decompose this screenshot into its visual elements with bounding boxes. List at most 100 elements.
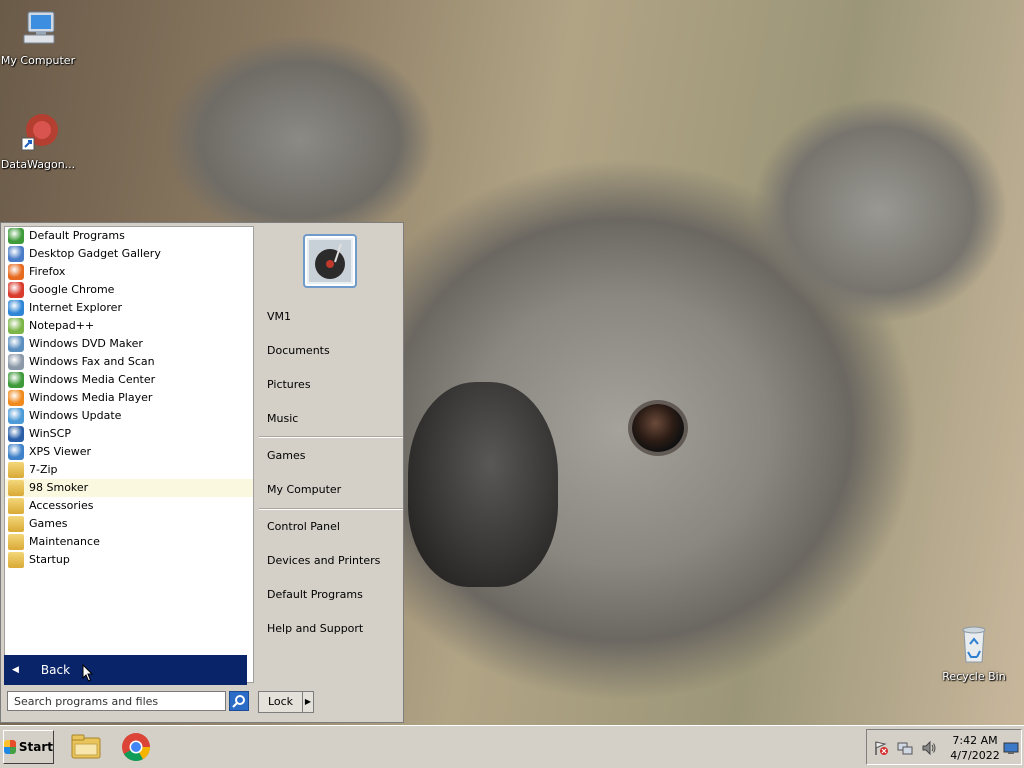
program-list-item[interactable]: Accessories: [5, 497, 253, 515]
show-desktop-icon[interactable]: [1003, 740, 1019, 756]
program-label: 98 Smoker: [29, 481, 89, 494]
program-label: Maintenance: [29, 535, 100, 548]
program-list: Default Programs Desktop Gadget Gallery Fi…: [5, 227, 253, 569]
folder-icon: [8, 462, 24, 478]
computer-icon: [23, 11, 55, 44]
program-list-item[interactable]: WinSCP: [5, 425, 253, 443]
start-label: Start: [18, 740, 53, 754]
datawagon-shortcut-icon: [21, 114, 58, 151]
firefox-icon: [8, 264, 24, 280]
dvd-maker-icon: [8, 336, 24, 352]
folder-icon: [8, 498, 24, 514]
start-menu: Default Programs Desktop Gadget Gallery Fi…: [0, 222, 404, 723]
program-list-item[interactable]: Notepad++: [5, 317, 253, 335]
desktop-icon-label: My Computer: [0, 54, 76, 67]
program-list-item[interactable]: Internet Explorer: [5, 299, 253, 317]
clock-date[interactable]: 4/7/2022: [950, 749, 1000, 762]
place-pictures[interactable]: Pictures: [267, 375, 311, 395]
place-user-folder[interactable]: VM1: [267, 307, 291, 327]
program-label: Windows Fax and Scan: [29, 355, 155, 368]
wallpaper-koala-nose: [408, 382, 558, 587]
search-input[interactable]: [7, 691, 226, 711]
program-list-item[interactable]: Default Programs: [5, 227, 253, 245]
windows-update-icon: [8, 408, 24, 424]
desktop-icon-label: Recycle Bin: [942, 670, 1006, 683]
search-button[interactable]: [229, 691, 249, 711]
program-label: Windows DVD Maker: [29, 337, 143, 350]
notification-area: 7:42 AM 4/7/2022: [866, 729, 1022, 765]
xps-viewer-icon: [8, 444, 24, 460]
back-label: Back: [40, 663, 71, 677]
program-list-item[interactable]: Firefox: [5, 263, 253, 281]
start-button[interactable]: Start: [3, 730, 54, 764]
places-pane: VM1 Documents Pictures Music Games My Co…: [255, 223, 403, 683]
taskbar-explorer-button[interactable]: [70, 732, 102, 762]
program-label: Accessories: [29, 499, 94, 512]
folder-icon: [8, 534, 24, 550]
place-my-computer[interactable]: My Computer: [267, 480, 341, 500]
taskbar-chrome-button[interactable]: [120, 732, 152, 762]
program-label: Firefox: [29, 265, 66, 278]
recycle-bin-icon: [962, 626, 986, 663]
program-label: Default Programs: [29, 229, 125, 242]
program-label: Notepad++: [29, 319, 95, 332]
action-center-flag-icon[interactable]: [873, 740, 889, 756]
folder-icon: [8, 480, 24, 496]
desktop-icon-datawagon[interactable]: DataWagon...: [0, 112, 76, 171]
program-list-item[interactable]: 98 Smoker: [5, 479, 253, 497]
turntable-avatar-icon: [309, 240, 351, 282]
program-list-item[interactable]: Google Chrome: [5, 281, 253, 299]
desktop-icon-recycle-bin[interactable]: Recycle Bin: [936, 624, 1012, 683]
place-control-panel[interactable]: Control Panel: [267, 517, 340, 537]
place-documents[interactable]: Documents: [267, 341, 330, 361]
program-label: Startup: [29, 553, 70, 566]
program-list-item[interactable]: Maintenance: [5, 533, 253, 551]
program-list-item[interactable]: Windows Media Player: [5, 389, 253, 407]
program-list-item[interactable]: 7-Zip: [5, 461, 253, 479]
folder-icon: [8, 552, 24, 568]
taskbar: Start 7:42 AM 4/7/2022: [0, 725, 1024, 768]
program-label: Windows Media Center: [29, 373, 156, 386]
media-player-icon: [8, 390, 24, 406]
shutdown-options-arrow-icon[interactable]: ▶: [302, 691, 314, 713]
program-label: 7-Zip: [29, 463, 58, 476]
all-programs-pane: Default Programs Desktop Gadget Gallery Fi…: [4, 226, 254, 683]
place-music[interactable]: Music: [267, 409, 298, 429]
folder-icon: [8, 516, 24, 532]
place-default-programs[interactable]: Default Programs: [267, 585, 363, 605]
place-devices-printers[interactable]: Devices and Printers: [267, 551, 380, 571]
lock-button[interactable]: Lock: [258, 691, 303, 713]
program-list-item[interactable]: Windows Fax and Scan: [5, 353, 253, 371]
default-programs-icon: [8, 228, 24, 244]
winscp-icon: [8, 426, 24, 442]
ie-icon: [8, 300, 24, 316]
program-list-item[interactable]: XPS Viewer: [5, 443, 253, 461]
gadget-icon: [8, 246, 24, 262]
program-label: Desktop Gadget Gallery: [29, 247, 161, 260]
chrome-icon: [122, 733, 150, 761]
program-label: Windows Media Player: [29, 391, 153, 404]
program-label: Internet Explorer: [29, 301, 122, 314]
program-list-item[interactable]: Windows DVD Maker: [5, 335, 253, 353]
mouse-cursor-icon: [82, 664, 94, 682]
program-list-item[interactable]: Desktop Gadget Gallery: [5, 245, 253, 263]
chrome-icon: [8, 282, 24, 298]
place-games[interactable]: Games: [267, 446, 305, 466]
network-icon[interactable]: [897, 740, 913, 756]
desktop-icon-my-computer[interactable]: My Computer: [0, 8, 76, 67]
place-help-support[interactable]: Help and Support: [267, 619, 363, 639]
file-explorer-icon: [71, 734, 101, 759]
volume-icon[interactable]: [921, 740, 937, 756]
program-label: Windows Update: [29, 409, 122, 422]
wallpaper-koala-eye: [632, 404, 684, 452]
program-list-item[interactable]: Startup: [5, 551, 253, 569]
fax-scan-icon: [8, 354, 24, 370]
back-button[interactable]: ◀ Back: [4, 655, 247, 685]
places-separator: [259, 436, 403, 438]
desktop-icon-label: DataWagon...: [0, 158, 76, 171]
clock-time[interactable]: 7:42 AM: [952, 734, 998, 747]
program-list-item[interactable]: Windows Update: [5, 407, 253, 425]
user-picture[interactable]: [303, 234, 357, 288]
program-list-item[interactable]: Windows Media Center: [5, 371, 253, 389]
program-list-item[interactable]: Games: [5, 515, 253, 533]
